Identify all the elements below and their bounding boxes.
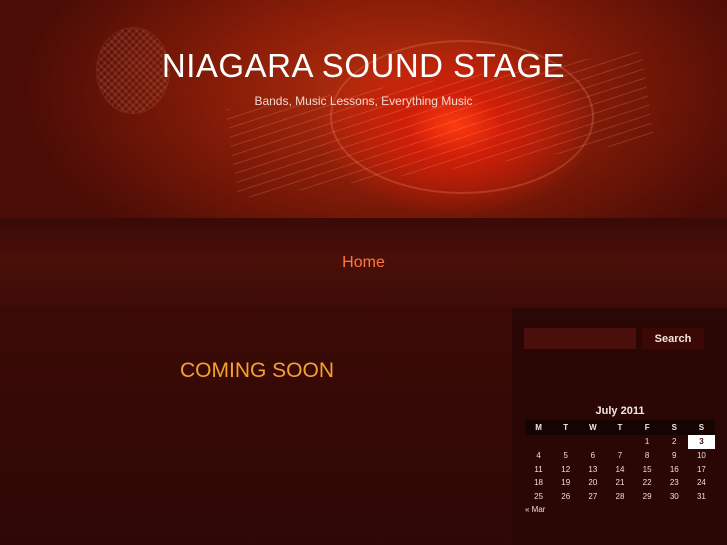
calendar-day: 6: [590, 451, 596, 461]
weekday-header: T: [606, 420, 634, 435]
calendar-table: M T W T F S S 1 2 3 4 5 6 7 8 9 10 11 12 13 14 15 16 17 1…: [525, 420, 715, 503]
calendar-empty-cell: [606, 435, 633, 449]
site-tagline: Bands, Music Lessons, Everything Music: [254, 94, 473, 108]
calendar-week-row: 1 23: [525, 435, 715, 449]
calendar-day: 28: [615, 492, 625, 502]
calendar-day: 27: [588, 492, 598, 502]
calendar-day: 10: [696, 451, 706, 461]
calendar-day: 8: [644, 451, 650, 461]
calendar-day: 11: [534, 464, 543, 474]
calendar-week-row: 11 12 13 14 15 16 17: [525, 462, 715, 476]
weekday-header: S: [660, 420, 688, 435]
page-heading: COMING SOON: [180, 359, 335, 382]
calendar-day: 3: [687, 435, 715, 449]
site-header: [0, 0, 727, 225]
calendar-day: 26: [561, 492, 571, 502]
weekday-header: T: [552, 420, 580, 435]
nav-home-link[interactable]: Home: [0, 254, 727, 272]
calendar-widget: July 2011 M T W T F S S 1 2 3 4 5 6 7 8 9 10 11 12 1…: [525, 402, 715, 514]
calendar-day: 25: [534, 492, 544, 502]
weekday-header: M: [525, 420, 553, 435]
calendar-day: 30: [669, 492, 679, 502]
calendar-day: 2: [672, 437, 677, 447]
site-title[interactable]: NIAGARA SOUND STAGE: [0, 47, 727, 85]
calendar-day: 20: [588, 478, 598, 488]
calendar-week-row: 18 19 20 21 22 23 24: [525, 476, 715, 490]
weekday-header: W: [579, 420, 607, 435]
weekday-header: S: [687, 420, 715, 435]
calendar-weekday-row: M T W T F S S: [525, 420, 715, 435]
calendar-day: 21: [615, 478, 625, 488]
calendar-day: 5: [563, 451, 568, 461]
calendar-day: 29: [642, 492, 652, 502]
search-input[interactable]: [524, 328, 636, 349]
calendar-day: 16: [669, 464, 679, 474]
weekday-header: F: [633, 420, 661, 435]
calendar-day: 14: [615, 464, 625, 474]
calendar-day: 31: [696, 492, 706, 502]
search-button[interactable]: Search: [642, 328, 704, 349]
calendar-week-row: 4 5 6 7 8 9 10: [525, 449, 715, 463]
calendar-prev-month-link[interactable]: « Mar: [525, 505, 545, 514]
calendar-caption: July 2011: [595, 405, 645, 417]
calendar-empty-cell: [579, 435, 606, 449]
calendar-day: 23: [669, 478, 679, 488]
calendar-day: 12: [561, 464, 571, 474]
calendar-day: 4: [536, 451, 541, 461]
calendar-day: 24: [696, 478, 706, 488]
calendar-days: 1 2 3 4 5 6 7 8 9 10 11 12 13 14 15 16 17 18 19 20 21 22 23 24 2…: [525, 435, 715, 503]
calendar-week-row: 25 26 27 28 29 30 31: [525, 490, 715, 504]
calendar-empty-cell: [525, 435, 552, 449]
calendar-day: 18: [534, 478, 544, 488]
calendar-day: 13: [588, 464, 598, 474]
calendar-day: 7: [617, 451, 623, 461]
calendar-day: 17: [696, 464, 706, 474]
calendar-day: 9: [672, 451, 677, 461]
calendar-day: 19: [561, 478, 571, 488]
calendar-day: 15: [642, 464, 652, 474]
main-content: [0, 308, 512, 545]
calendar-empty-cell: [552, 435, 579, 449]
calendar-day: 1: [644, 437, 650, 447]
calendar-day: 22: [642, 478, 652, 488]
